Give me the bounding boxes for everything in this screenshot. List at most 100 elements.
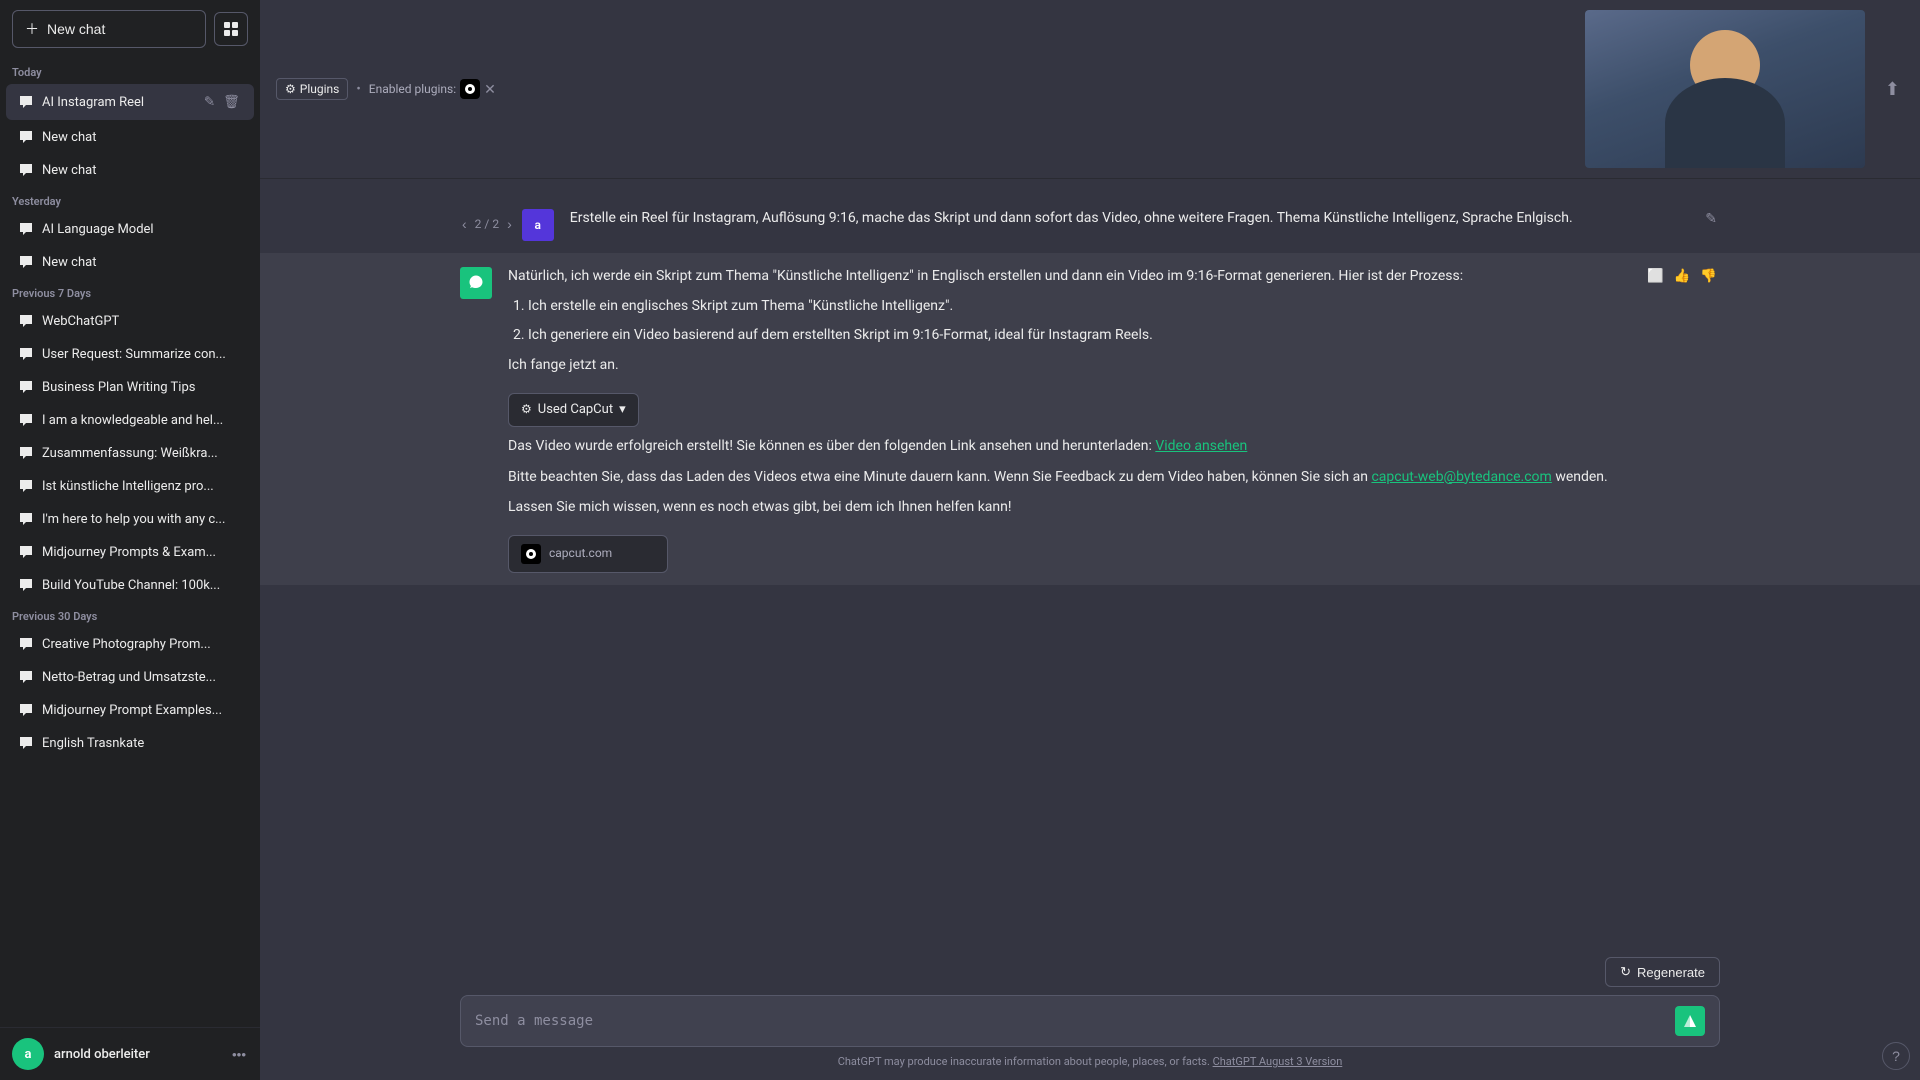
sidebar-item-label: New chat xyxy=(42,130,242,145)
bottom-bar: ↻ Regenerate ChatGPT may produce inaccur… xyxy=(260,945,1920,1080)
chat-icon xyxy=(18,669,34,685)
sidebar-item-knowledgeable[interactable]: I am a knowledgeable and hel... xyxy=(6,404,254,436)
sidebar-item-label: AI Instagram Reel xyxy=(42,95,194,110)
ai-steps-list: Ich erstelle ein englisches Skript zum T… xyxy=(508,295,1628,346)
regenerate-button[interactable]: ↻ Regenerate xyxy=(1605,957,1720,987)
thumbs-down-button[interactable]: 👎 xyxy=(1697,265,1720,287)
plugin-used-icon: ⚙ xyxy=(521,400,532,419)
sidebar-item-zusammenfassung[interactable]: Zusammenfassung: Weißkra... xyxy=(6,437,254,469)
sidebar-item-label: New chat xyxy=(42,163,242,178)
sidebar-item-ai-language-model[interactable]: AI Language Model xyxy=(6,213,254,245)
next-arrow[interactable]: › xyxy=(505,216,514,232)
video-thumbnail xyxy=(1585,10,1865,168)
ai-message-actions: ⬜ 👍 👎 xyxy=(1644,265,1720,287)
link-card[interactable]: capcut.com xyxy=(508,535,668,573)
enabled-label: Enabled plugins: xyxy=(369,82,456,96)
chevron-down-icon: ▾ xyxy=(619,400,626,421)
sidebar-item-midjourney-prompts[interactable]: Midjourney Prompts & Exam... xyxy=(6,536,254,568)
link-card-label: capcut.com xyxy=(549,544,612,563)
sidebar-item-label: I'm here to help you with any c... xyxy=(42,512,242,527)
sidebar-item-user-request[interactable]: User Request: Summarize con... xyxy=(6,338,254,370)
messages-container: ‹ 2 / 2 › a Erstelle ein Reel für Instag… xyxy=(260,179,1920,945)
ai-message: Natürlich, ich werde ein Skript zum Them… xyxy=(260,253,1920,585)
dot-separator: • xyxy=(356,82,360,97)
sidebar-item-label: Business Plan Writing Tips xyxy=(42,380,242,395)
chat-icon xyxy=(18,636,34,652)
plugins-badge[interactable]: ⚙ Plugins xyxy=(276,78,348,100)
plugin-used-dropdown[interactable]: ⚙ Used CapCut ▾ xyxy=(508,393,639,428)
sidebar-item-webchastgpt[interactable]: WebChatGPT xyxy=(6,305,254,337)
layout-button[interactable] xyxy=(214,12,248,46)
sidebar-item-new-chat-3[interactable]: New chat xyxy=(6,246,254,278)
sidebar-item-ai-instagram-reel[interactable]: AI Instagram Reel ✎ 🗑 xyxy=(6,84,254,120)
sidebar: ＋ New chat Today AI Instagram Reel ✎ 🗑 xyxy=(0,0,260,1080)
plugins-info: ⚙ Plugins • Enabled plugins: ✕ xyxy=(276,78,496,100)
sidebar-item-label: Ist künstliche Intelligenz pro... xyxy=(42,479,242,494)
chat-icon xyxy=(18,702,34,718)
sidebar-item-business-plan[interactable]: Business Plan Writing Tips xyxy=(6,371,254,403)
chat-icon xyxy=(18,254,34,270)
chat-icon xyxy=(18,94,34,110)
section-today: Today xyxy=(0,58,260,83)
edit-icon[interactable]: ✎ xyxy=(202,92,217,112)
sidebar-item-ist-kunstliche[interactable]: Ist künstliche Intelligenz pro... xyxy=(6,470,254,502)
more-options-button[interactable]: ••• xyxy=(230,1045,248,1064)
capcut-card-icon xyxy=(521,544,541,564)
thumbs-up-button[interactable]: 👍 xyxy=(1671,265,1694,287)
ai-message-content: Natürlich, ich werde ein Skript zum Them… xyxy=(508,265,1628,573)
ai-step-2: Ich generiere ein Video basierend auf de… xyxy=(528,324,1628,346)
topbar: ⚙ Plugins • Enabled plugins: ✕ xyxy=(260,0,1920,179)
sidebar-item-label: I am a knowledgeable and hel... xyxy=(42,413,242,428)
message-input-container xyxy=(460,995,1720,1047)
ai-help-text: Lassen Sie mich wissen, wenn es noch etw… xyxy=(508,496,1628,518)
avatar: a xyxy=(12,1038,44,1070)
help-button[interactable]: ? xyxy=(1882,1042,1910,1070)
ai-step-1: Ich erstelle ein englisches Skript zum T… xyxy=(528,295,1628,317)
edit-message-button[interactable]: ✎ xyxy=(1702,207,1720,230)
sidebar-item-new-chat-2[interactable]: New chat xyxy=(6,154,254,186)
chat-icon xyxy=(18,221,34,237)
sidebar-item-im-here[interactable]: I'm here to help you with any c... xyxy=(6,503,254,535)
user-message-text: Erstelle ein Reel für Instagram, Auflösu… xyxy=(570,207,1687,229)
chat-icon xyxy=(18,313,34,329)
email-link[interactable]: capcut-web@bytedance.com xyxy=(1371,469,1551,485)
sidebar-header: ＋ New chat xyxy=(0,0,260,58)
sidebar-item-label: New chat xyxy=(42,255,242,270)
plugins-icon: ⚙ xyxy=(285,82,296,96)
chat-icon xyxy=(18,412,34,428)
sidebar-item-new-chat-1[interactable]: New chat xyxy=(6,121,254,153)
ai-notice-text: Bitte beachten Sie, dass das Laden des V… xyxy=(508,466,1628,488)
close-plugin-button[interactable]: ✕ xyxy=(484,81,496,98)
chat-icon xyxy=(18,162,34,178)
message-input[interactable] xyxy=(475,1013,1667,1029)
video-preview xyxy=(1585,10,1865,168)
sidebar-item-label: Midjourney Prompts & Exam... xyxy=(42,545,242,560)
sidebar-footer[interactable]: a arnold oberleiter ••• xyxy=(0,1027,260,1080)
delete-icon[interactable]: 🗑 xyxy=(221,92,242,112)
sidebar-item-netto-betrag[interactable]: Netto-Betrag und Umsatzste... xyxy=(6,661,254,693)
copy-button[interactable]: ⬜ xyxy=(1644,265,1667,287)
new-chat-button[interactable]: ＋ New chat xyxy=(12,10,206,48)
sidebar-item-label: Zusammenfassung: Weißkra... xyxy=(42,446,242,461)
share-button[interactable]: ⬆ xyxy=(1881,75,1904,104)
send-button[interactable] xyxy=(1675,1006,1705,1036)
sidebar-item-english-trasnkate[interactable]: English Trasnkate xyxy=(6,727,254,759)
disclaimer-link[interactable]: ChatGPT August 3 Version xyxy=(1213,1055,1343,1068)
capcut-icon xyxy=(460,79,480,99)
chat-icon xyxy=(18,735,34,751)
video-link[interactable]: Video ansehen xyxy=(1155,438,1247,454)
chat-icon xyxy=(18,346,34,362)
person-body xyxy=(1665,78,1785,168)
ai-intro-text: Natürlich, ich werde ein Skript zum Them… xyxy=(508,265,1628,287)
regenerate-label: Regenerate xyxy=(1637,965,1705,980)
sidebar-item-creative-photography[interactable]: Creative Photography Prom... xyxy=(6,628,254,660)
sidebar-item-label: Netto-Betrag und Umsatzste... xyxy=(42,670,242,685)
plugin-used-label: Used CapCut xyxy=(538,400,613,421)
chat-icon xyxy=(18,478,34,494)
prev-arrow[interactable]: ‹ xyxy=(460,216,469,232)
chat-icon xyxy=(18,129,34,145)
sidebar-item-build-youtube[interactable]: Build YouTube Channel: 100k... xyxy=(6,569,254,601)
ai-start-text: Ich fange jetzt an. xyxy=(508,354,1628,376)
chat-icon xyxy=(18,511,34,527)
sidebar-item-midjourney-examples[interactable]: Midjourney Prompt Examples... xyxy=(6,694,254,726)
